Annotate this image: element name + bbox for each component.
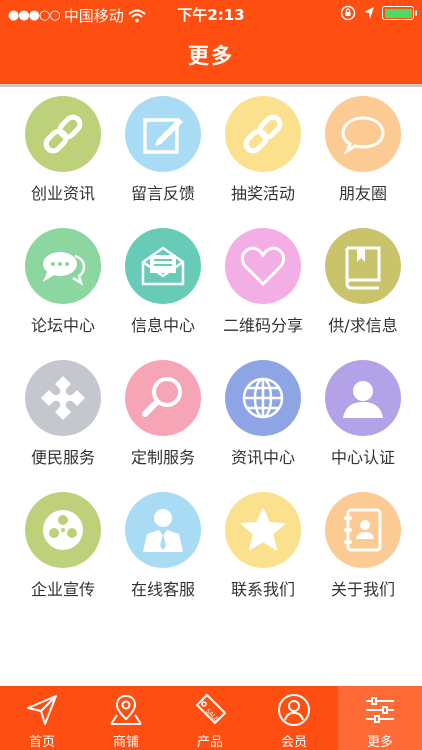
grid-circle bbox=[225, 228, 301, 304]
tab-label: 产品 bbox=[196, 735, 223, 750]
tab-products[interactable]: SALE 产品 bbox=[168, 686, 252, 750]
grid-circle bbox=[25, 96, 101, 172]
book-icon bbox=[345, 246, 381, 290]
page-title: 更多 bbox=[0, 28, 422, 84]
grid-item-supply-demand[interactable]: 供/求信息 bbox=[310, 228, 415, 353]
grid-item-label: 在线客服 bbox=[130, 580, 195, 599]
tab-more[interactable]: 更多 bbox=[338, 686, 422, 750]
grid-item-certification[interactable]: 中心认证 bbox=[310, 360, 415, 485]
map-pin-icon bbox=[110, 694, 142, 725]
grid-item-label: 便民服务 bbox=[30, 448, 95, 467]
grid-circle bbox=[25, 228, 101, 304]
contacts-icon bbox=[344, 508, 382, 552]
grid-item-label: 资讯中心 bbox=[230, 448, 295, 467]
tab-members[interactable]: 会员 bbox=[252, 686, 336, 750]
grid-item-online-service[interactable]: 在线客服 bbox=[110, 492, 215, 617]
grid-circle bbox=[125, 360, 201, 436]
grid-circle bbox=[125, 492, 201, 568]
grid-item-promotion[interactable]: 企业宣传 bbox=[10, 492, 115, 617]
tab-label: 更多 bbox=[366, 735, 393, 750]
magnifier-icon bbox=[142, 377, 182, 417]
sliders-icon bbox=[366, 697, 394, 723]
grid-item-label: 企业宣传 bbox=[30, 580, 95, 599]
grid-item-label: 定制服务 bbox=[130, 448, 195, 467]
battery-icon bbox=[382, 6, 417, 20]
grid-circle bbox=[225, 360, 301, 436]
grid-item-info-center[interactable]: 信息中心 bbox=[110, 228, 215, 353]
status-bar: ●●●○○ 中国移动 下午2:13 bbox=[0, 0, 422, 28]
grid-item-lottery[interactable]: 抽奖活动 bbox=[210, 96, 315, 221]
grid-circle bbox=[125, 228, 201, 304]
header-divider bbox=[0, 84, 422, 87]
battery-level bbox=[384, 8, 412, 18]
link-icon bbox=[43, 114, 83, 154]
grid-item-label: 供/求信息 bbox=[328, 316, 398, 335]
grid-item-forum[interactable]: 论坛中心 bbox=[10, 228, 115, 353]
member-icon bbox=[278, 694, 310, 726]
rotation-lock-icon bbox=[340, 5, 356, 21]
grid-circle bbox=[325, 228, 401, 304]
grid-item-custom-service[interactable]: 定制服务 bbox=[110, 360, 215, 485]
globe-icon bbox=[242, 377, 284, 419]
tab-shops[interactable]: 商铺 bbox=[84, 686, 168, 750]
grid-circle bbox=[25, 360, 101, 436]
tab-home[interactable]: 首页 bbox=[0, 686, 84, 750]
grid-item-qr-share[interactable]: 二维码分享 bbox=[210, 228, 315, 353]
status-icons bbox=[340, 5, 417, 21]
sale-tag-icon: SALE bbox=[196, 694, 226, 724]
grid-item-contact-us[interactable]: 联系我们 bbox=[210, 492, 315, 617]
grid-item-news-center[interactable]: 资讯中心 bbox=[210, 360, 315, 485]
grid-circle bbox=[325, 96, 401, 172]
tab-label: 首页 bbox=[28, 735, 55, 750]
speech-bubble-icon bbox=[341, 116, 385, 155]
grid-circle bbox=[325, 492, 401, 568]
mail-icon bbox=[141, 246, 185, 286]
location-arrow-icon bbox=[364, 7, 374, 19]
grid-item-startup-news[interactable]: 创业资讯 bbox=[10, 96, 115, 221]
puzzle-icon bbox=[41, 376, 85, 420]
user-icon bbox=[343, 381, 383, 418]
grid-circle bbox=[225, 492, 301, 568]
grid-item-label: 信息中心 bbox=[130, 316, 195, 335]
tab-bar: 首页 商铺 SALE 产品 会员 更多 bbox=[0, 686, 422, 750]
grid-item-label: 留言反馈 bbox=[130, 184, 195, 203]
grid-item-label: 论坛中心 bbox=[30, 316, 95, 335]
grid-item-label: 联系我们 bbox=[230, 580, 295, 599]
send-icon bbox=[27, 695, 57, 725]
grid-item-label: 创业资讯 bbox=[30, 184, 95, 203]
grid-circle bbox=[225, 96, 301, 172]
grid-circle bbox=[325, 360, 401, 436]
grid-item-label: 抽奖活动 bbox=[230, 184, 295, 203]
grid-item-moments[interactable]: 朋友圈 bbox=[310, 96, 415, 221]
grid-circle bbox=[25, 492, 101, 568]
grid-item-label: 中心认证 bbox=[330, 448, 395, 467]
tab-label: 会员 bbox=[280, 735, 307, 750]
grid-circle bbox=[125, 96, 201, 172]
chat-icon bbox=[43, 252, 86, 286]
service-person-icon bbox=[143, 509, 183, 552]
grid-item-feedback[interactable]: 留言反馈 bbox=[110, 96, 215, 221]
edit-icon bbox=[143, 118, 183, 154]
grid-item-label: 朋友圈 bbox=[338, 184, 387, 203]
grid-item-about-us[interactable]: 关于我们 bbox=[310, 492, 415, 617]
tab-label: 商铺 bbox=[112, 735, 139, 750]
grid-item-label: 二维码分享 bbox=[222, 316, 303, 335]
star-icon bbox=[241, 508, 285, 550]
grid-item-label: 关于我们 bbox=[330, 580, 395, 599]
film-reel-icon bbox=[43, 510, 83, 550]
link-icon bbox=[243, 114, 283, 154]
heart-icon bbox=[240, 246, 286, 287]
grid-item-convenience[interactable]: 便民服务 bbox=[10, 360, 115, 485]
